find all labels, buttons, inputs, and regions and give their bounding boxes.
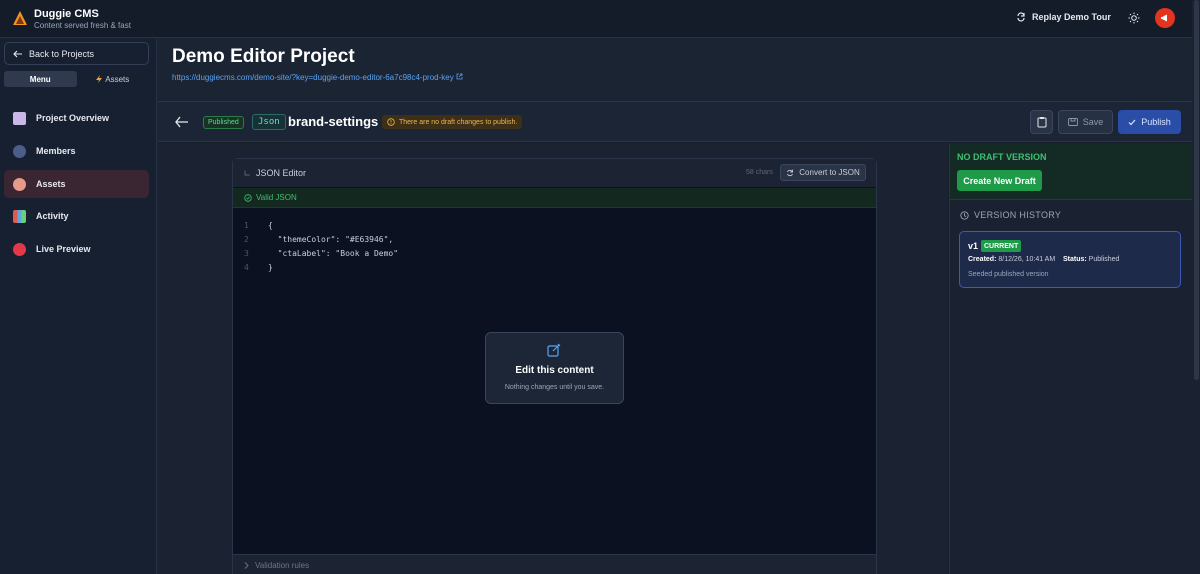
valid-json-text: Valid JSON xyxy=(256,193,297,202)
page-scroll-thumb[interactable] xyxy=(1194,0,1199,380)
content-type-badge: Json xyxy=(252,114,286,130)
sidebar: Back to Projects Menu Assets Project Ove… xyxy=(0,39,157,574)
created-value: 8/12/26, 10:41 AM xyxy=(998,256,1056,263)
code-text: } xyxy=(268,263,273,272)
version-number: v1 xyxy=(968,241,979,251)
publish-label: Publish xyxy=(1141,117,1171,127)
sidebar-item-members[interactable]: Members xyxy=(4,137,149,165)
validation-status-bar xyxy=(233,188,876,208)
app-subtitle: Content served fresh & fast xyxy=(34,21,131,30)
duggie-logo-icon xyxy=(13,11,27,25)
code-text: "themeColor": "#E63946", xyxy=(268,235,394,244)
draft-status-label: NO DRAFT VERSION xyxy=(957,152,1047,162)
validation-rules-label: Validation rules xyxy=(255,561,310,570)
edit-icon xyxy=(547,343,561,357)
save-icon xyxy=(1067,118,1078,126)
arrow-left-icon xyxy=(13,50,22,57)
json-editor-title-text: JSON Editor xyxy=(256,168,307,178)
warning-text: There are no draft changes to publish. xyxy=(399,118,518,126)
version-panel xyxy=(949,143,1192,574)
char-count: 58 chars xyxy=(746,169,773,176)
sidebar-item-label: Live Preview xyxy=(36,244,91,254)
version-history-text: VERSION HISTORY xyxy=(974,210,1062,220)
sidebar-item-activity[interactable]: Activity xyxy=(4,202,149,230)
user-avatar[interactable] xyxy=(1155,8,1175,28)
code-line[interactable]: 3 "ctaLabel": "Book a Demo" xyxy=(244,249,398,258)
sidebar-item-live-preview[interactable]: Live Preview xyxy=(4,235,149,263)
bar-chart-icon xyxy=(13,209,26,223)
clipboard-icon xyxy=(1037,117,1046,128)
external-link-icon xyxy=(456,73,463,80)
copy-button[interactable] xyxy=(1030,110,1053,134)
status-value: Published xyxy=(1088,256,1120,263)
back-to-projects-button[interactable]: Back to Projects xyxy=(4,42,149,65)
document-name: brand-settings xyxy=(288,114,379,129)
replay-tour-button[interactable]: Replay Demo Tour xyxy=(1016,12,1111,22)
code-text: "ctaLabel": "Book a Demo" xyxy=(268,249,399,258)
line-number: 3 xyxy=(244,249,249,258)
chevron-right-icon xyxy=(244,562,249,569)
code-line[interactable]: 4} xyxy=(244,263,273,272)
replay-icon xyxy=(1017,12,1025,22)
info-icon xyxy=(387,118,395,126)
tab-assets-label: Assets xyxy=(105,74,130,84)
corner-arrow-icon xyxy=(244,170,250,176)
save-button[interactable]: Save xyxy=(1058,110,1113,134)
palette-icon xyxy=(13,177,26,191)
checkmark-icon xyxy=(1128,119,1136,125)
red-circle-icon xyxy=(13,242,26,256)
publish-button[interactable]: Publish xyxy=(1118,110,1181,134)
project-url-text: https://duggiecms.com/demo-site/?key=dug… xyxy=(172,73,454,82)
page-title: Demo Editor Project xyxy=(172,46,355,67)
version-history-heading: VERSION HISTORY xyxy=(960,210,1061,220)
code-line[interactable]: 2 "themeColor": "#E63946", xyxy=(244,235,393,244)
code-line[interactable]: 1{ xyxy=(244,221,273,230)
no-changes-warning: There are no draft changes to publish. xyxy=(382,115,523,129)
version-note: Seeded published version xyxy=(968,271,1049,278)
check-circle-icon xyxy=(244,193,252,202)
status-label: Status: xyxy=(1062,256,1087,263)
people-icon xyxy=(13,144,26,158)
convert-to-json-label: Convert to JSON xyxy=(799,168,860,177)
sidebar-item-project-overview[interactable]: Project Overview xyxy=(4,104,149,132)
clock-icon xyxy=(960,210,969,220)
sidebar-item-label: Project Overview xyxy=(36,113,110,123)
line-number: 4 xyxy=(244,263,249,272)
code-text: { xyxy=(268,221,273,230)
tab-assets[interactable]: Assets xyxy=(77,71,150,87)
create-new-draft-button[interactable]: Create New Draft xyxy=(957,170,1042,191)
validation-rules-toggle[interactable]: Validation rules xyxy=(244,561,309,570)
app-title: Duggie CMS xyxy=(34,8,99,20)
sidebar-item-label: Members xyxy=(36,146,76,156)
megaphone-icon xyxy=(1161,14,1167,22)
json-editor-title: JSON Editor xyxy=(244,168,306,178)
overlay-subtitle: Nothing changes until you save. xyxy=(504,384,605,391)
back-to-projects-label: Back to Projects xyxy=(29,48,95,59)
sidebar-tabs: Menu Assets xyxy=(4,71,149,87)
sidebar-item-label: Activity xyxy=(36,211,69,221)
arrow-left-icon[interactable] xyxy=(175,116,189,128)
created-label: Created: xyxy=(968,256,997,263)
version-meta: Created: 8/12/26, 10:41 AM Status: Publi… xyxy=(968,256,1119,263)
line-number: 2 xyxy=(244,235,249,244)
replay-tour-label: Replay Demo Tour xyxy=(1032,12,1111,22)
line-number: 1 xyxy=(244,221,249,230)
sun-icon[interactable] xyxy=(1128,12,1140,24)
overlay-title: Edit this content xyxy=(515,365,594,376)
status-badge: Published xyxy=(203,116,244,129)
refresh-icon xyxy=(787,169,794,176)
save-label: Save xyxy=(1082,117,1104,127)
validation-rules-bar xyxy=(233,554,876,574)
document-icon xyxy=(13,111,26,125)
current-badge: CURRENT xyxy=(981,240,1022,252)
tab-menu[interactable]: Menu xyxy=(4,71,77,87)
valid-json-indicator: Valid JSON xyxy=(244,193,297,202)
sidebar-item-label: Assets xyxy=(36,179,66,189)
convert-to-json-button[interactable]: Convert to JSON xyxy=(780,164,866,181)
lightning-icon xyxy=(96,75,103,83)
project-url-link[interactable]: https://duggiecms.com/demo-site/?key=dug… xyxy=(172,73,463,82)
sidebar-item-assets[interactable]: Assets xyxy=(4,170,149,198)
